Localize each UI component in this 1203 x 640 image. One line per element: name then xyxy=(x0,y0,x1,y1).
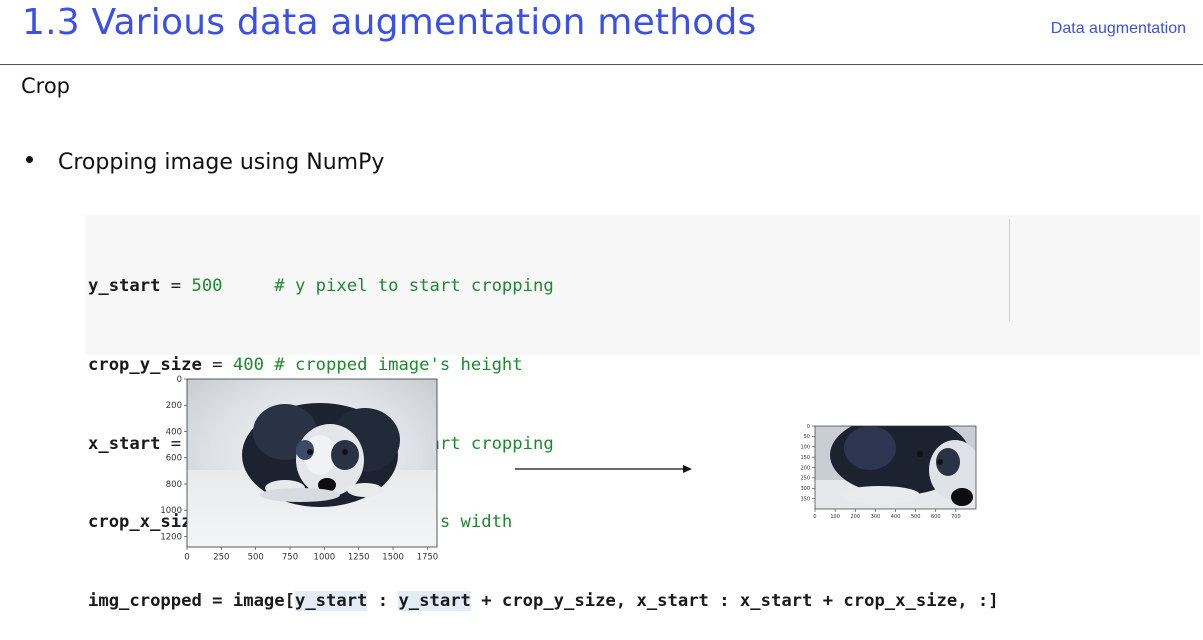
x-tick-label: 750 xyxy=(282,553,298,563)
x-tick-label: 0 xyxy=(184,553,189,563)
code-text: img_cropped = image[ xyxy=(88,590,295,611)
code-highlight: y_start xyxy=(294,590,368,611)
x-tick-label: 700 xyxy=(951,514,961,520)
code-text: : xyxy=(367,590,399,611)
y-tick-label: 1200 xyxy=(160,532,182,542)
x-tick-label: 1000 xyxy=(314,553,336,563)
y-tick-label: 0 xyxy=(807,424,810,430)
x-tick-label: 400 xyxy=(891,514,901,520)
arrow-icon xyxy=(515,465,692,473)
y-tick-label: 800 xyxy=(166,480,182,490)
y-tick-label: 600 xyxy=(166,454,182,464)
code-text: + crop_y_size, x_start : x_start + crop_… xyxy=(470,590,999,611)
x-tick-label: 250 xyxy=(213,553,229,563)
code-highlight: y_start xyxy=(398,590,471,611)
code-line: img_cropped = image[y_start : y_start + … xyxy=(88,588,999,614)
x-tick-label: 500 xyxy=(248,553,264,563)
y-tick-label: 50 xyxy=(804,434,810,440)
y-tick-label: 150 xyxy=(800,455,810,461)
y-tick-label: 200 xyxy=(800,465,810,471)
dog-image-original xyxy=(187,379,437,547)
x-tick-label: 0 xyxy=(813,514,816,520)
y-tick-label: 0 xyxy=(177,375,182,385)
x-tick-label: 1750 xyxy=(417,553,439,563)
x-tick-label: 600 xyxy=(931,514,941,520)
dog-image-cropped xyxy=(815,426,976,509)
x-tick-label: 300 xyxy=(871,514,881,520)
y-tick-label: 250 xyxy=(800,476,810,482)
x-tick-label: 1500 xyxy=(382,553,404,563)
y-tick-label: 200 xyxy=(166,401,182,411)
y-tick-label: 1000 xyxy=(160,506,182,516)
x-tick-label: 100 xyxy=(830,514,840,520)
y-tick-label: 300 xyxy=(800,486,810,492)
x-tick-label: 1250 xyxy=(348,553,370,563)
x-tick-label: 200 xyxy=(850,514,860,520)
y-tick-label: 100 xyxy=(800,445,810,451)
y-tick-label: 350 xyxy=(800,496,810,502)
y-tick-label: 400 xyxy=(166,427,182,437)
x-tick-label: 500 xyxy=(911,514,921,520)
figure-canvas: 0200400600800100012000 250 500 750 1000 1250 1… xyxy=(160,375,977,563)
